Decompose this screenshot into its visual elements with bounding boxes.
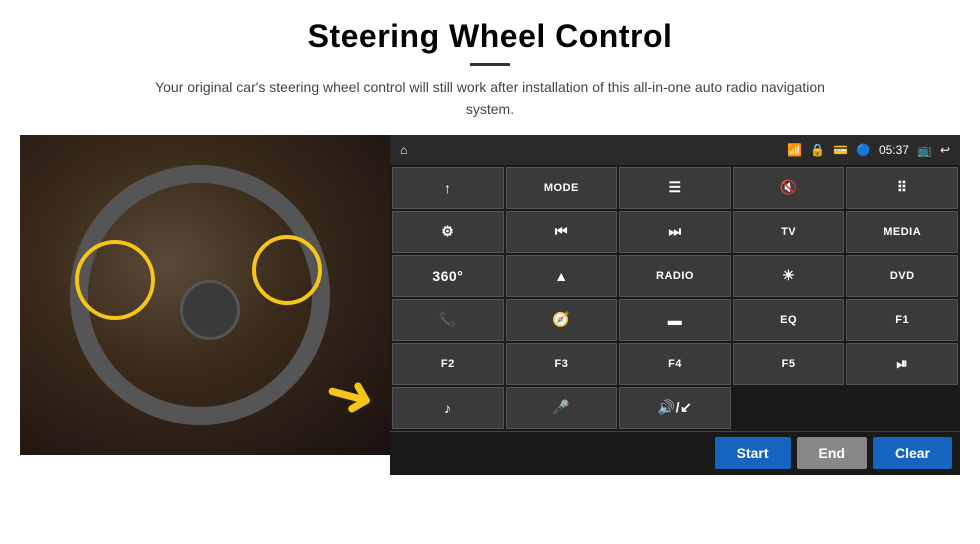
playpause-icon: ⏯ (896, 355, 908, 372)
btn-tv[interactable]: TV (733, 211, 845, 253)
status-right: 📶 🔒 💳 🔵 05:37 📺 ↩ (787, 143, 950, 157)
wifi-icon: 📶 (787, 143, 802, 157)
btn-f1[interactable]: F1 (846, 299, 958, 341)
content-area: ➜ ⌂ 📶 🔒 💳 🔵 05:37 📺 ↩ ↑ MODE ☰ (0, 135, 980, 475)
btn-f4[interactable]: F4 (619, 343, 731, 385)
btn-next[interactable]: ⏭ (619, 211, 731, 253)
control-panel: ⌂ 📶 🔒 💳 🔵 05:37 📺 ↩ ↑ MODE ☰ 🔇 ⠿ ⚙ ⏮ ⏭ (390, 135, 960, 475)
apps-icon: ⠿ (897, 179, 908, 196)
btn-nav[interactable]: 🧭 (506, 299, 618, 341)
music-icon: ♪ (444, 400, 452, 416)
btn-brightness[interactable]: ☀ (733, 255, 845, 297)
screen-icon: ▬ (668, 312, 683, 328)
btn-f5[interactable]: F5 (733, 343, 845, 385)
btn-playpause[interactable]: ⏯ (846, 343, 958, 385)
highlight-left (75, 240, 155, 320)
mute-icon: 🔇 (780, 179, 798, 196)
next-icon: ⏭ (668, 223, 681, 240)
lock-icon: 🔒 (810, 143, 825, 157)
settings-icon: ⚙ (441, 223, 454, 240)
btn-list[interactable]: ☰ (619, 167, 731, 209)
home-icon: ⌂ (400, 143, 407, 157)
button-grid: ↑ MODE ☰ 🔇 ⠿ ⚙ ⏮ ⏭ TV MEDIA 360° ▲ RADIO… (390, 165, 960, 431)
btn-media[interactable]: MEDIA (846, 211, 958, 253)
phone-icon: 📞 (439, 311, 457, 328)
bluetooth-icon: 🔵 (856, 143, 871, 157)
status-left: ⌂ (400, 143, 407, 157)
btn-dvd[interactable]: DVD (846, 255, 958, 297)
sd-icon: 💳 (833, 143, 848, 157)
btn-phone[interactable]: 📞 (392, 299, 504, 341)
back-icon: ↩ (940, 143, 950, 157)
title-divider (470, 63, 510, 66)
btn-f3[interactable]: F3 (506, 343, 618, 385)
btn-navigate[interactable]: ↑ (392, 167, 504, 209)
time-display: 05:37 (879, 143, 909, 157)
btn-prev[interactable]: ⏮ (506, 211, 618, 253)
yellow-arrow: ➜ (317, 354, 384, 435)
prev-icon: ⏮ (555, 223, 568, 240)
btn-mic[interactable]: 🎤 (506, 387, 618, 429)
highlight-right (252, 235, 322, 305)
steering-wheel-center (180, 280, 240, 340)
navigate-icon: ↑ (444, 180, 452, 196)
mic-icon: 🎤 (552, 399, 570, 416)
camera-icon: 360° (432, 268, 463, 284)
btn-vol-tel[interactable]: 🔊/↙ (619, 387, 731, 429)
vol-tel-icon: 🔊/↙ (658, 399, 693, 416)
btn-mute[interactable]: 🔇 (733, 167, 845, 209)
eject-icon: ▲ (554, 268, 568, 284)
btn-settings[interactable]: ⚙ (392, 211, 504, 253)
page-title: Steering Wheel Control (0, 0, 980, 55)
cast-icon: 📺 (917, 143, 932, 157)
subtitle: Your original car's steering wheel contr… (140, 76, 840, 121)
btn-radio[interactable]: RADIO (619, 255, 731, 297)
btn-eject[interactable]: ▲ (506, 255, 618, 297)
clear-button[interactable]: Clear (873, 437, 952, 469)
btn-360[interactable]: 360° (392, 255, 504, 297)
btn-apps[interactable]: ⠿ (846, 167, 958, 209)
btn-screen[interactable]: ▬ (619, 299, 731, 341)
list-icon: ☰ (668, 179, 681, 196)
action-bar: Start End Clear (390, 431, 960, 475)
start-button[interactable]: Start (715, 437, 791, 469)
btn-mode[interactable]: MODE (506, 167, 618, 209)
brightness-icon: ☀ (782, 267, 795, 284)
status-bar: ⌂ 📶 🔒 💳 🔵 05:37 📺 ↩ (390, 135, 960, 165)
btn-f2[interactable]: F2 (392, 343, 504, 385)
btn-eq[interactable]: EQ (733, 299, 845, 341)
end-button[interactable]: End (797, 437, 867, 469)
nav-icon: 🧭 (552, 311, 570, 328)
steering-wheel-image: ➜ (20, 135, 390, 455)
btn-music[interactable]: ♪ (392, 387, 504, 429)
